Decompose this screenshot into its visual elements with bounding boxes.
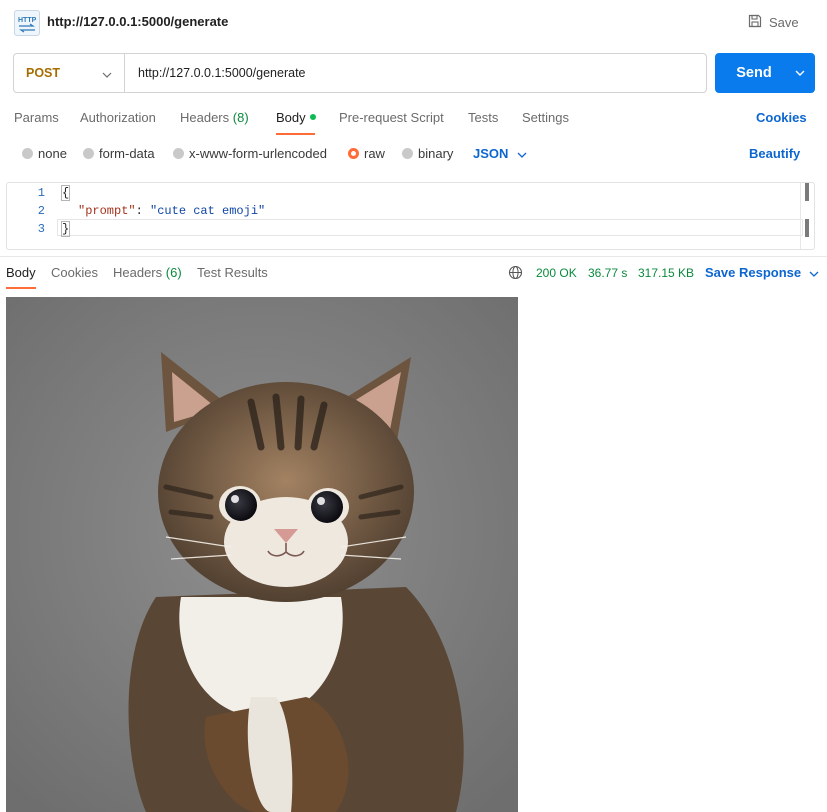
radio-dot bbox=[83, 148, 94, 159]
chevron-down-icon bbox=[809, 265, 819, 280]
open-brace: { bbox=[60, 185, 71, 201]
save-button[interactable]: Save bbox=[748, 13, 799, 31]
cookies-link[interactable]: Cookies bbox=[756, 110, 807, 125]
radio-none[interactable]: none bbox=[22, 146, 67, 161]
json-colon: : bbox=[135, 204, 151, 218]
raw-format-label: JSON bbox=[473, 146, 509, 161]
radio-x-www-form-urlencoded[interactable]: x-www-form-urlencoded bbox=[173, 146, 327, 161]
active-tab-indicator bbox=[276, 133, 315, 135]
response-headers-count: (6) bbox=[165, 265, 182, 280]
response-tab-headers[interactable]: Headers (6) bbox=[113, 265, 182, 280]
send-options-chevron-icon[interactable] bbox=[785, 53, 815, 93]
close-brace: } bbox=[60, 221, 71, 237]
response-image bbox=[6, 297, 518, 812]
radio-dot-selected bbox=[348, 148, 359, 159]
editor-scrollbar[interactable] bbox=[800, 183, 814, 249]
radio-dot bbox=[402, 148, 413, 159]
tab-headers[interactable]: Headers (8) bbox=[180, 110, 249, 125]
save-label: Save bbox=[769, 14, 799, 30]
beautify-button[interactable]: Beautify bbox=[749, 146, 800, 161]
headers-count: (8) bbox=[232, 110, 249, 125]
json-line: "prompt": "cute cat emoji" bbox=[78, 204, 265, 218]
send-label: Send bbox=[736, 65, 772, 81]
svg-text:HTTP: HTTP bbox=[18, 17, 37, 24]
scrollbar-thumb[interactable] bbox=[805, 183, 809, 201]
modified-dot-icon bbox=[309, 113, 316, 120]
request-title: http://127.0.0.1:5000/generate bbox=[47, 14, 229, 29]
url-input[interactable] bbox=[138, 54, 698, 92]
save-response-label: Save Response bbox=[705, 265, 802, 280]
response-time[interactable]: 36.77 s bbox=[588, 266, 627, 280]
response-tab-cookies[interactable]: Cookies bbox=[51, 265, 98, 280]
code-editor[interactable]: 1 2 3 { "prompt": "cute cat emoji" } bbox=[6, 182, 815, 250]
method-label: POST bbox=[26, 66, 61, 80]
send-button[interactable]: Send bbox=[715, 53, 815, 93]
url-bar: POST bbox=[13, 53, 707, 93]
line-number: 1 bbox=[37, 186, 45, 200]
radio-form-data[interactable]: form-data bbox=[83, 146, 155, 161]
tab-params[interactable]: Params bbox=[14, 110, 59, 125]
tab-body[interactable]: Body bbox=[276, 110, 316, 125]
radio-dot bbox=[22, 148, 33, 159]
tab-pre-request-script[interactable]: Pre-request Script bbox=[339, 110, 444, 125]
response-divider bbox=[0, 256, 827, 257]
chevron-down-icon bbox=[517, 146, 527, 161]
radio-raw[interactable]: raw bbox=[348, 146, 385, 161]
chevron-down-icon bbox=[102, 66, 112, 81]
line-number: 2 bbox=[37, 204, 45, 218]
active-response-tab-indicator bbox=[6, 287, 36, 289]
scrollbar-thumb[interactable] bbox=[805, 219, 809, 237]
tab-authorization[interactable]: Authorization bbox=[80, 110, 156, 125]
globe-icon[interactable] bbox=[508, 265, 523, 283]
json-key: "prompt" bbox=[78, 204, 136, 218]
current-line-highlight bbox=[57, 219, 803, 236]
status-code[interactable]: 200 OK bbox=[536, 266, 577, 280]
http-icon: HTTP bbox=[14, 10, 40, 36]
response-tab-body[interactable]: Body bbox=[6, 265, 36, 280]
response-tab-test-results[interactable]: Test Results bbox=[197, 265, 268, 280]
raw-format-select[interactable]: JSON bbox=[473, 146, 527, 161]
radio-dot bbox=[173, 148, 184, 159]
save-response-button[interactable]: Save Response bbox=[705, 265, 819, 280]
response-size[interactable]: 317.15 KB bbox=[638, 266, 694, 280]
json-value: "cute cat emoji" bbox=[150, 204, 266, 218]
save-icon bbox=[748, 14, 762, 31]
tab-settings[interactable]: Settings bbox=[522, 110, 569, 125]
line-number: 3 bbox=[37, 222, 45, 236]
tab-tests[interactable]: Tests bbox=[468, 110, 498, 125]
method-select[interactable]: POST bbox=[14, 54, 125, 92]
radio-binary[interactable]: binary bbox=[402, 146, 453, 161]
